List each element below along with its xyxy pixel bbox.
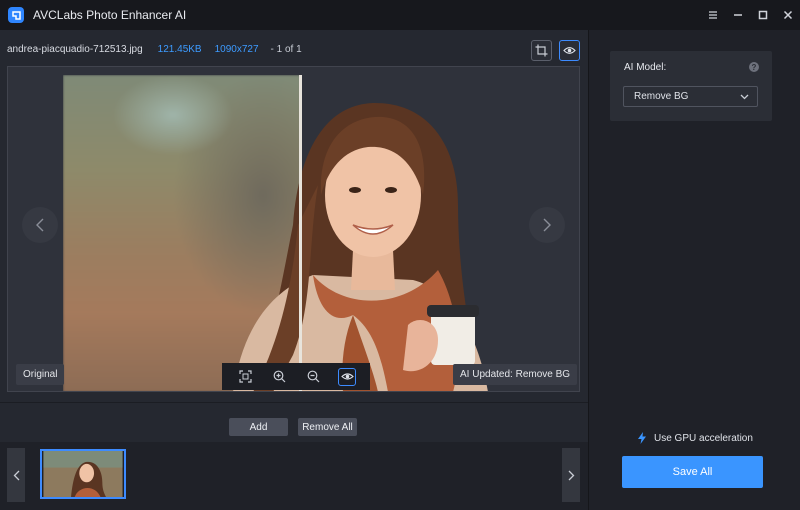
- crop-button[interactable]: [531, 40, 552, 61]
- close-icon[interactable]: [775, 0, 800, 30]
- fit-screen-icon[interactable]: [236, 368, 254, 386]
- divider-line: [0, 402, 588, 403]
- chevron-down-icon: [740, 94, 749, 100]
- zoom-out-icon[interactable]: [304, 368, 322, 386]
- save-all-button[interactable]: Save All: [622, 456, 763, 488]
- file-name: andrea-piacquadio-712513.jpg: [7, 44, 143, 55]
- preview-toolbar: [222, 363, 370, 390]
- compare-divider[interactable]: [299, 75, 302, 391]
- help-icon[interactable]: ?: [749, 62, 759, 72]
- chevron-left-icon: [13, 470, 19, 480]
- preview-toggle-button[interactable]: [559, 40, 580, 61]
- main-workspace: andrea-piacquadio-712513.jpg 121.45KB 10…: [0, 30, 588, 510]
- window-controls: [700, 0, 800, 30]
- strip-next-button[interactable]: [562, 448, 580, 502]
- next-image-button[interactable]: [529, 207, 565, 243]
- thumbnail-strip: [0, 442, 588, 510]
- chevron-right-icon: [568, 470, 574, 480]
- gpu-acceleration-toggle[interactable]: Use GPU acceleration: [637, 432, 753, 444]
- app-logo-icon: [8, 7, 24, 23]
- strip-prev-button[interactable]: [7, 448, 25, 502]
- gpu-label: Use GPU acceleration: [654, 432, 753, 444]
- ai-model-label: AI Model:: [624, 62, 667, 73]
- image-preview[interactable]: Original AI Updated: Remove BG: [7, 66, 580, 392]
- thumbnail-item[interactable]: [40, 449, 126, 499]
- file-count: - 1 of 1: [270, 44, 302, 55]
- eye-icon[interactable]: [338, 367, 356, 386]
- app-title: AVCLabs Photo Enhancer AI: [33, 8, 187, 22]
- compare-photo: [63, 75, 533, 391]
- add-button[interactable]: Add: [229, 418, 288, 436]
- zoom-in-icon[interactable]: [270, 368, 288, 386]
- ai-model-select[interactable]: Remove BG: [623, 86, 758, 107]
- crop-icon: [535, 44, 548, 57]
- file-dimensions: 1090x727: [214, 44, 259, 55]
- updated-label: AI Updated: Remove BG: [453, 364, 578, 385]
- eye-icon: [563, 47, 576, 54]
- chevron-right-icon: [543, 218, 551, 232]
- settings-panel: AI Model: ? Remove BG Use GPU accelerati…: [588, 30, 800, 510]
- title-bar: AVCLabs Photo Enhancer AI: [0, 0, 800, 30]
- file-size: 121.45KB: [157, 44, 202, 55]
- file-info: andrea-piacquadio-712513.jpg 121.45KB 10…: [7, 44, 302, 55]
- original-label: Original: [16, 364, 65, 385]
- menu-icon[interactable]: [700, 0, 725, 30]
- minimize-icon[interactable]: [725, 0, 750, 30]
- maximize-icon[interactable]: [750, 0, 775, 30]
- ai-model-selected: Remove BG: [634, 91, 689, 102]
- thumbnail-image: [43, 451, 123, 497]
- ai-model-card: AI Model: ? Remove BG: [610, 51, 772, 121]
- prev-image-button[interactable]: [22, 207, 58, 243]
- lightning-icon: [638, 432, 646, 444]
- remove-all-button[interactable]: Remove All: [298, 418, 357, 436]
- person-illustration: [233, 102, 488, 391]
- chevron-left-icon: [36, 218, 44, 232]
